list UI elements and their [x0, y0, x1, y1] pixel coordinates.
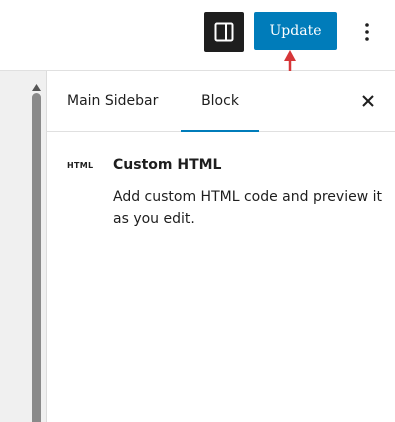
scrollbar-thumb[interactable] — [32, 93, 41, 422]
editor-window: Update Main Sidebar Block HTML Custom HT… — [0, 0, 395, 422]
block-title: Custom HTML — [113, 157, 222, 173]
close-icon — [358, 95, 378, 115]
html-block-icon: HTML — [67, 161, 94, 170]
update-button[interactable]: Update — [254, 12, 337, 50]
tab-main-sidebar[interactable]: Main Sidebar — [67, 71, 158, 131]
sidebar-tabs: Main Sidebar Block — [47, 71, 395, 132]
settings-sidebar-toggle[interactable] — [204, 12, 244, 52]
block-description: Add custom HTML code and preview it as y… — [113, 189, 382, 227]
close-sidebar-button[interactable] — [358, 91, 378, 111]
options-menu-button[interactable] — [356, 18, 378, 46]
editor-toolbar: Update — [0, 0, 395, 71]
tab-block[interactable]: Block — [181, 71, 259, 132]
settings-sidebar: Main Sidebar Block HTML Custom HTML Add … — [47, 71, 395, 422]
